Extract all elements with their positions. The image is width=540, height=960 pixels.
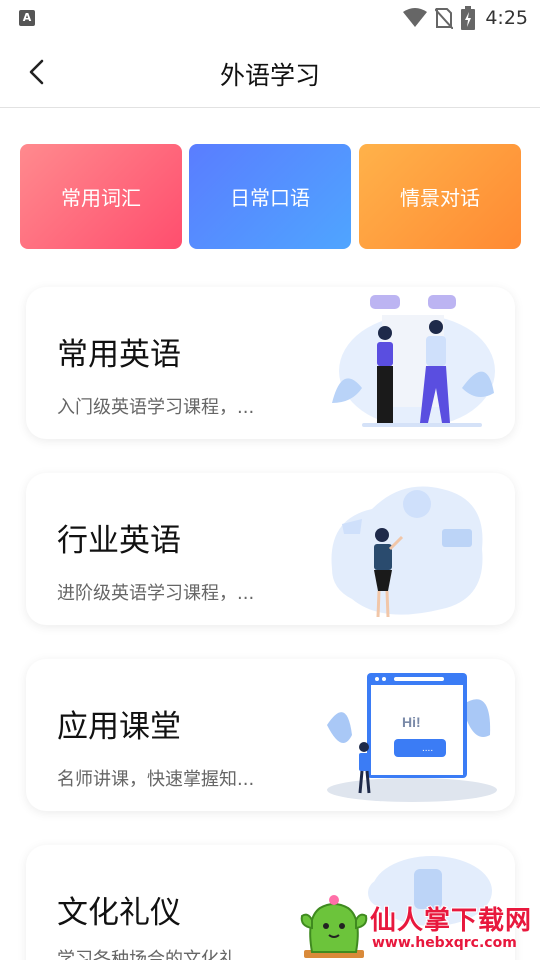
course-title: 文化礼仪 [57,895,181,931]
watermark: 仙人掌下载网 www.hebxqrc.com [298,878,540,960]
course-description: 名师讲课，快速掌握知... [57,769,255,790]
course-card-applied-classroom[interactable]: 应用课堂 名师讲课，快速掌握知... Hi! .... [26,659,515,811]
course-title: 行业英语 [57,523,181,559]
watermark-title: 仙人掌下载网 [369,905,533,937]
conversation-illustration [332,295,495,427]
page-title: 外语学习 [219,61,320,90]
battery-charging-icon [461,6,476,30]
course-title: 应用课堂 [57,709,181,745]
course-description: 入门级英语学习课程，... [57,397,255,418]
cactus-logo-icon [300,895,368,958]
chat-hi-text: Hi! [402,714,421,730]
watermark-url: www.hebxqrc.com [372,935,517,951]
course-card-common-english[interactable]: 常用英语 入门级英语学习课程，... [26,287,515,439]
course-title: 常用英语 [57,337,181,373]
nav-bar: 外语学习 [0,36,540,108]
common-vocabulary-button[interactable]: 常用词汇 [20,144,182,249]
app-notification-icon: A [19,10,35,26]
travel-illustration [331,486,483,618]
no-sim-icon [435,8,454,29]
status-icons: 4:25 [403,5,528,31]
status-time: 4:25 [485,7,528,29]
course-description: 进阶级英语学习课程，... [57,583,255,604]
wifi-icon [403,8,428,27]
status-bar: A 4:25 [0,0,540,36]
online-class-illustration: Hi! .... [327,673,497,802]
daily-speaking-button[interactable]: 日常口语 [189,144,351,249]
quick-actions: 常用词汇 日常口语 情景对话 [20,144,521,249]
chat-dots-text: .... [422,743,433,754]
situational-dialogue-button[interactable]: 情景对话 [359,144,521,249]
course-card-industry-english[interactable]: 行业英语 进阶级英语学习课程，... [26,473,515,625]
course-description: 学习各种场合的文化礼... [57,949,255,960]
